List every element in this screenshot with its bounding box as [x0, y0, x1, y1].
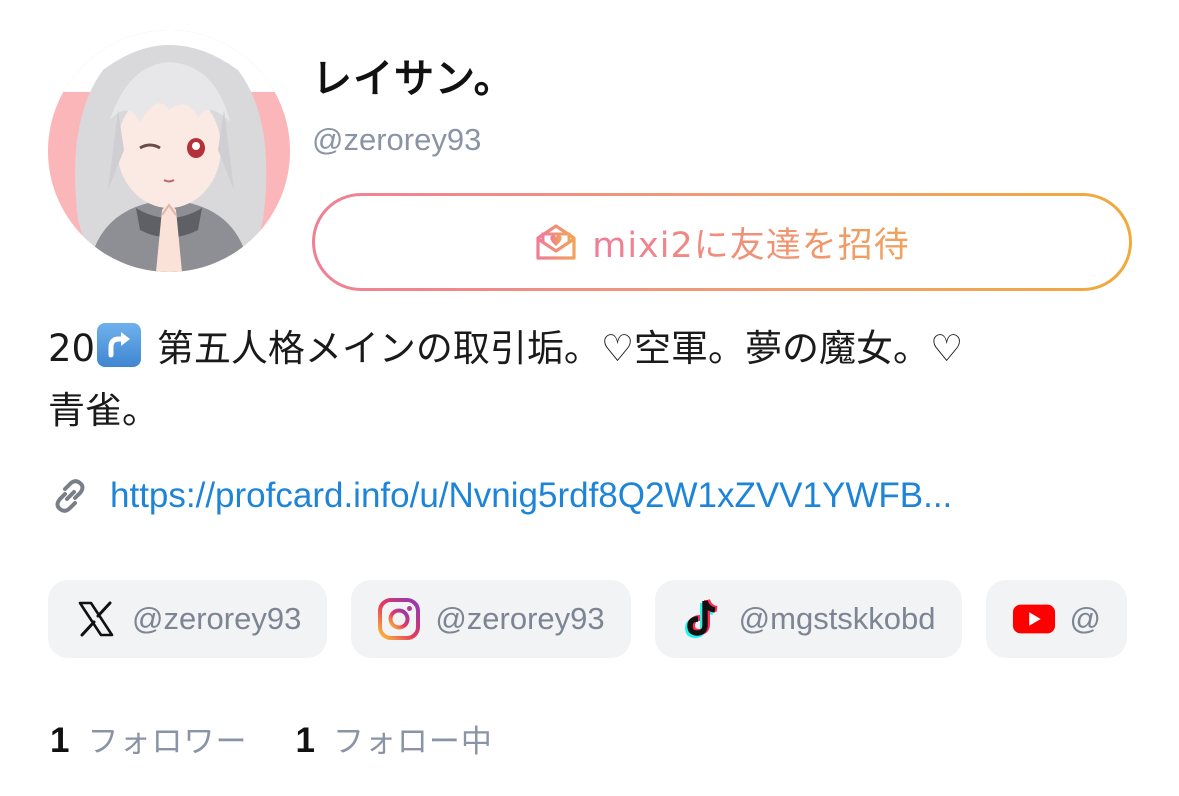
following-label: フォロー中	[332, 724, 493, 760]
social-handle: @mgstskkobd	[738, 601, 936, 636]
bio-prefix: 20	[48, 327, 96, 370]
user-handle: @zerorey93	[312, 122, 482, 157]
followers-count: 1	[50, 721, 70, 760]
link-icon	[55, 479, 85, 513]
social-chip-instagram[interactable]: @zerorey93	[351, 580, 631, 658]
tiktok-logo-icon	[681, 597, 725, 641]
youtube-logo-icon	[1012, 597, 1056, 641]
social-chip-youtube[interactable]: @	[985, 580, 1128, 658]
profile-link-row[interactable]: https://profcard.info/u/Nvnig5rdf8Q2W1xZ…	[48, 474, 952, 518]
follow-stats: 1 フォロワー 1 フォロー中	[50, 716, 493, 761]
avatar-illustration	[48, 30, 290, 272]
x-logo-icon	[74, 597, 118, 641]
following-stat[interactable]: 1 フォロー中	[295, 716, 492, 761]
profile-avatar[interactable]	[48, 30, 290, 272]
display-name: レイサン。	[312, 56, 515, 102]
invite-friends-button[interactable]: mixi2に友達を招待	[312, 193, 1132, 291]
profile-bio: 20 第五人格メインの取引垢。♡空軍。夢の魔女。♡ 青雀。	[48, 318, 1138, 442]
profile-link[interactable]: https://profcard.info/u/Nvnig5rdf8Q2W1xZ…	[110, 476, 952, 516]
invite-button-label: mixi2に友達を招待	[592, 217, 910, 268]
followers-stat[interactable]: 1 フォロワー	[50, 716, 247, 761]
social-handle: @zerorey93	[435, 601, 605, 636]
bio-line-1: 第五人格メインの取引垢。♡空軍。夢の魔女。♡	[145, 327, 964, 370]
arrow-right-hook-emoji	[97, 323, 142, 367]
invite-button-inner: mixi2に友達を招待	[315, 196, 1129, 288]
social-chip-tiktok[interactable]: @mgstskkobd	[654, 580, 962, 658]
following-count: 1	[295, 721, 315, 760]
social-handle: @	[1069, 601, 1102, 636]
instagram-logo-icon	[377, 597, 421, 641]
bio-line-2: 青雀。	[48, 389, 159, 432]
followers-label: フォロワー	[87, 724, 248, 760]
social-handle: @zerorey93	[132, 601, 302, 636]
social-chip-x[interactable]: @zerorey93	[48, 580, 328, 658]
envelope-heart-icon	[536, 224, 576, 260]
social-accounts: @zerorey93 @zerorey93 @mgstskkobd @	[48, 580, 1179, 658]
